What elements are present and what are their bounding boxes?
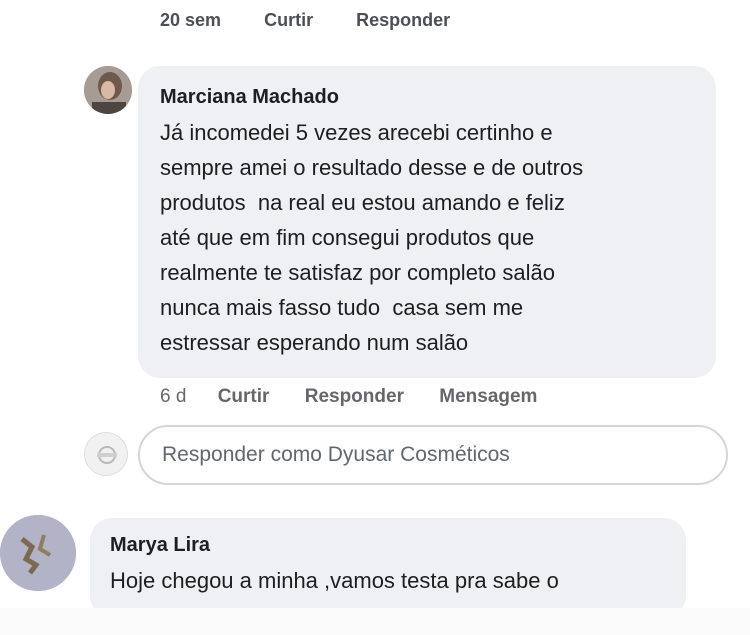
comment-actions: 6 d Curtir Responder Mensagem — [160, 386, 567, 408]
previous-like-link[interactable]: Curtir — [264, 10, 313, 30]
avatar-marya[interactable] — [0, 515, 76, 591]
comment-text: Hoje chegou a minha ,vamos testa pra sab… — [110, 568, 559, 593]
comment-time[interactable]: 6 d — [160, 386, 186, 407]
previous-comment-time: 20 sem — [160, 10, 222, 30]
comment-bubble: Marciana Machado Já incomedei 5 vezes ar… — [138, 66, 716, 378]
comment-bubble: Marya Lira Hoje chegou a minha ,vamos te… — [90, 518, 686, 618]
like-link[interactable]: Curtir — [218, 386, 270, 407]
reply-input[interactable]: Responder como Dyusar Cosméticos — [138, 425, 728, 485]
previous-comment-actions: 20 sem Curtir Responder — [160, 10, 488, 31]
comment-author[interactable]: Marya Lira — [110, 534, 666, 557]
bottom-bar — [0, 608, 750, 635]
avatar-photo-icon — [84, 66, 132, 114]
reply-link[interactable]: Responder — [305, 386, 404, 407]
page-avatar — [84, 432, 128, 476]
comment-author[interactable]: Marciana Machado — [160, 86, 694, 109]
page-logo-icon — [97, 446, 117, 464]
avatar-marciana[interactable] — [84, 66, 132, 114]
avatar-photo-icon — [0, 515, 76, 591]
message-link[interactable]: Mensagem — [439, 386, 537, 407]
reply-input-placeholder: Responder como Dyusar Cosméticos — [162, 443, 510, 466]
previous-reply-link[interactable]: Responder — [356, 10, 450, 30]
comment-text: Já incomedei 5 vezes arecebi certinho e … — [160, 120, 584, 355]
